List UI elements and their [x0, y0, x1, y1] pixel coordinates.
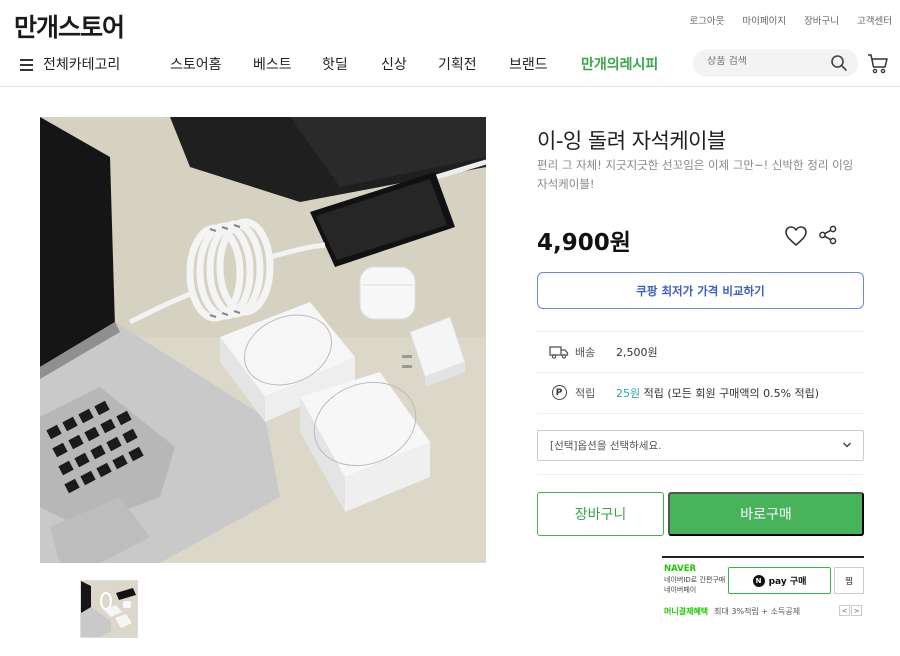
site-logo[interactable]: 만개스토어 — [14, 8, 125, 44]
nav-item-store-home[interactable]: 스토어홈 — [170, 54, 222, 74]
points-row: P 적립 25원 적립 (모든 회원 구매액의 0.5% 적립) — [537, 372, 864, 412]
nav-item-best[interactable]: 베스트 — [253, 54, 292, 74]
naver-pay-sub-line1: 네이버ID로 간편구매 — [664, 576, 726, 584]
points-label: 적립 — [575, 386, 596, 400]
product-main-image — [40, 117, 486, 563]
product-title: 이-잉 돌려 자석케이블 — [537, 129, 726, 153]
naver-n-icon: N — [752, 574, 765, 587]
points-value: 25원 적립 (모든 회원 구매액의 0.5% 적립) — [616, 385, 819, 401]
naver-pay-sub-line2: 네이버페이 — [664, 586, 697, 594]
points-detail: 적립 (모든 회원 구매액의 0.5% 적립) — [640, 386, 820, 400]
option-select-value: [선택]옵션을 선택하세요. — [550, 440, 662, 452]
top-links: 로그아웃 마이페이지 장바구니 고객센터 — [689, 13, 892, 27]
benefit-text: 최대 3%적립 + 소득공제 — [714, 607, 801, 616]
chevron-down-icon — [842, 442, 852, 448]
search-box — [693, 49, 858, 77]
nav-item-brand[interactable]: 브랜드 — [509, 54, 548, 74]
shipping-row: 배송 2,500원 — [537, 331, 864, 371]
buy-now-button[interactable]: 바로구매 — [668, 492, 864, 536]
search-icon[interactable] — [830, 54, 848, 72]
heart-icon[interactable] — [784, 225, 808, 247]
naver-pay-widget: NAVER 네이버ID로 간편구매 네이버페이 N pay 구매 찜 머니결제혜… — [662, 556, 864, 626]
naver-pay-button-label: pay 구매 — [768, 577, 807, 587]
search-input[interactable] — [707, 56, 827, 67]
cart-icon[interactable] — [866, 51, 890, 75]
header-divider — [0, 86, 900, 87]
shipping-fee: 2,500원 — [616, 345, 658, 359]
price-compare-button[interactable]: 쿠팡 최저가 가격 비교하기 — [537, 272, 864, 309]
hamburger-icon — [20, 58, 33, 71]
shipping-label: 배송 — [575, 345, 596, 359]
nav-item-recipe[interactable]: 만개의레시피 — [581, 54, 658, 74]
product-description: 편리 그 자체! 지긋지긋한 선꼬임은 이제 그만~! 신박한 정리 이잉 자석… — [537, 158, 854, 191]
naver-wish-button[interactable]: 찜 — [834, 567, 864, 594]
benefit-next-button[interactable]: > — [851, 605, 862, 616]
cart-link[interactable]: 장바구니 — [804, 13, 839, 27]
naver-pay-benefit: 머니결제혜택 최대 3%적립 + 소득공제 — [664, 606, 800, 617]
naver-pay-sub: 네이버ID로 간편구매 네이버페이 — [664, 575, 728, 595]
option-select[interactable]: [선택]옵션을 선택하세요. — [537, 430, 864, 461]
nav-item-hotdeal[interactable]: 핫딜 — [322, 54, 348, 74]
logout-link[interactable]: 로그아웃 — [689, 13, 724, 27]
nav-item-new[interactable]: 신상 — [381, 54, 407, 74]
benefit-prev-button[interactable]: < — [839, 605, 850, 616]
points-amount: 25원 — [616, 386, 641, 400]
benefit-arrows: < > — [839, 605, 862, 616]
all-categories-label: 전체카테고리 — [43, 57, 121, 73]
benefit-title: 머니결제혜택 — [664, 607, 709, 616]
mypage-link[interactable]: 마이페이지 — [742, 13, 786, 27]
share-icon[interactable] — [818, 225, 838, 245]
row-divider — [537, 413, 864, 414]
options-divider — [537, 474, 864, 475]
nav-item-exhibition[interactable]: 기획전 — [438, 54, 477, 74]
customer-center-link[interactable]: 고객센터 — [857, 13, 892, 27]
add-to-cart-button[interactable]: 장바구니 — [537, 492, 664, 536]
naver-pay-button[interactable]: N pay 구매 — [728, 567, 831, 594]
point-icon: P — [549, 385, 569, 401]
naver-brand: NAVER — [664, 564, 697, 574]
truck-icon — [549, 344, 569, 360]
all-categories-button[interactable]: 전체카테고리 — [20, 54, 120, 74]
product-thumbnail[interactable] — [80, 580, 138, 638]
product-price: 4,900원 — [537, 230, 631, 256]
